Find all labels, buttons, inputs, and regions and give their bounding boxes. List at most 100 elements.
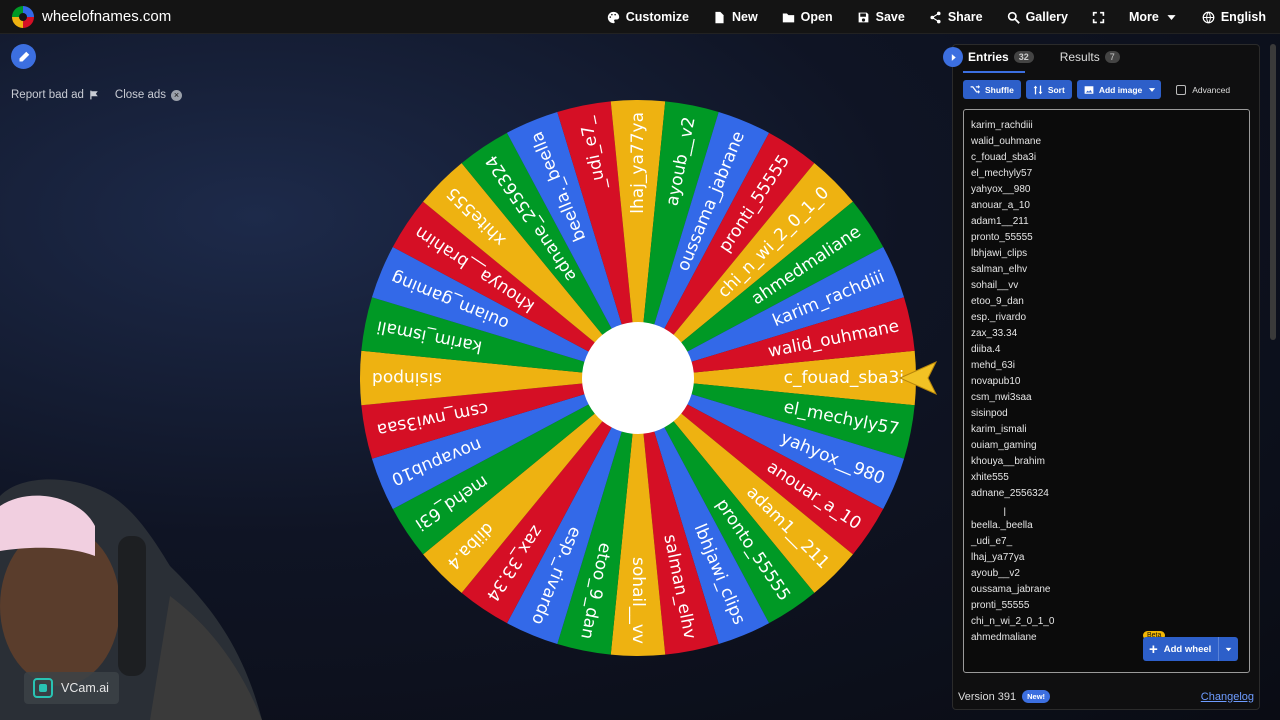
brand[interactable]: wheelofnames.com <box>12 5 172 28</box>
chevron-down-icon <box>1149 87 1156 92</box>
globe-icon <box>1202 11 1215 23</box>
chevron-right-icon <box>951 53 956 61</box>
entry-line: el_mechyly57 <box>971 168 1033 179</box>
entry-line: c_fouad_sba3i <box>971 152 1037 163</box>
shuffle-label: Shuffle <box>985 84 1014 95</box>
wheel-canvas[interactable]: c_fouad_sba3iel_mechyly57yahyox__980anou… <box>358 98 918 658</box>
entry-line: sisinpod <box>971 408 1008 419</box>
chevron-down-icon <box>1225 647 1232 651</box>
language-label: English <box>1220 10 1266 24</box>
wheel-segment-label: lhaj_ya77ya <box>628 112 648 214</box>
entries-panel: Entries 32 Results 7 Shuffle Sort Add im… <box>943 44 1260 710</box>
close-ads-link[interactable]: Close ads × <box>114 89 183 101</box>
close-circle-icon: × <box>171 89 183 101</box>
open-button[interactable]: Open <box>782 10 833 24</box>
main-nav: Customize New Open Save Share Gallery Mo… <box>607 0 1266 34</box>
folder-icon <box>782 12 794 22</box>
sort-button[interactable]: Sort <box>1025 80 1072 99</box>
entry-line: lhaj_ya77ya <box>971 552 1025 563</box>
entry-line: chi_n_wi_2_0_1_0 <box>971 616 1055 627</box>
chevron-down-icon <box>1167 14 1176 20</box>
more-menu[interactable]: More <box>1129 10 1178 24</box>
search-icon <box>1007 11 1020 24</box>
entry-line: csm_nwi3saa <box>971 392 1032 403</box>
shuffle-icon <box>970 84 980 94</box>
tab-entries-label: Entries <box>968 50 1009 64</box>
entry-line: salman_elhv <box>971 264 1028 275</box>
language-select[interactable]: English <box>1202 10 1266 24</box>
entry-line: _udi_e7_ <box>971 536 1013 547</box>
shuffle-button[interactable]: Shuffle <box>963 80 1021 99</box>
panel-footer: Version 391 New! Changelog <box>958 690 1254 703</box>
vcam-watermark: VCam.ai <box>24 672 119 704</box>
entries-count-badge: 32 <box>1013 51 1034 63</box>
entry-line: yahyox__980 <box>971 184 1031 195</box>
report-bad-ad-label: Report bad ad <box>11 89 84 101</box>
page-scrollbar[interactable] <box>1270 44 1276 340</box>
gallery-button[interactable]: Gallery <box>1007 10 1068 24</box>
advanced-checkbox[interactable] <box>1176 84 1187 95</box>
entries-toolbar: Shuffle Sort Add image Advanced <box>963 80 1230 99</box>
customize-button[interactable]: Customize <box>607 10 689 24</box>
add-wheel-label: Add wheel <box>1163 643 1212 655</box>
top-bar: wheelofnames.com Customize New Open Save… <box>0 0 1280 34</box>
entry-line: karim_ismali <box>971 424 1027 435</box>
wheel-logo-icon <box>12 5 34 28</box>
save-label: Save <box>875 10 905 24</box>
sort-icon <box>1033 85 1043 94</box>
entry-line: ayoub__v2 <box>971 568 1020 579</box>
entry-line: pronti_55555 <box>971 600 1030 611</box>
add-wheel-main[interactable]: + Add wheel <box>1143 642 1218 657</box>
entry-line: esp._rivardo <box>971 312 1027 323</box>
entry-line: diiba.4 <box>971 344 1001 355</box>
add-image-label: Add image <box>1098 84 1143 95</box>
close-ads-label: Close ads <box>114 89 167 101</box>
pencil-icon <box>19 51 29 61</box>
wheel-segment-label: c_fouad_sba3i <box>784 368 904 388</box>
entry-line: novapub10 <box>971 376 1021 387</box>
edit-wheel-button[interactable] <box>11 44 36 69</box>
wheel-segment-label: sisinpod <box>372 368 442 388</box>
text-cursor-icon: I <box>1003 505 1007 519</box>
changelog-link[interactable]: Changelog <box>1201 691 1254 703</box>
add-image-button[interactable]: Add image <box>1076 80 1162 99</box>
wheel-center-button[interactable] <box>582 322 694 434</box>
fullscreen-button[interactable] <box>1092 11 1105 24</box>
entry-line: lbhjawi_clips <box>971 248 1028 259</box>
entry-line: pronto_55555 <box>971 232 1033 243</box>
panel-tabs: Entries 32 Results 7 <box>943 45 1120 69</box>
entry-line: adam1__211 <box>971 216 1029 227</box>
collapse-panel-button[interactable] <box>943 47 963 67</box>
add-wheel-dropdown[interactable] <box>1218 637 1238 661</box>
advanced-label: Advanced <box>1192 84 1231 95</box>
wheel-pointer-icon <box>898 360 938 396</box>
vcam-logo-icon <box>33 678 53 698</box>
version-text: Version 391 <box>958 690 1017 703</box>
tab-results-label: Results <box>1059 50 1100 64</box>
sort-label: Sort <box>1047 84 1065 95</box>
open-label: Open <box>800 10 833 24</box>
wheel[interactable]: c_fouad_sba3i el_mechyly57 yahyox__980 anou… <box>358 98 918 658</box>
tab-results[interactable]: Results 7 <box>1060 50 1120 64</box>
entries-textarea[interactable]: karim_rachdiii walid_ouhmane c_fouad_sba3i… <box>963 109 1250 673</box>
add-wheel-button[interactable]: + Add wheel <box>1143 637 1238 661</box>
more-label: More <box>1128 10 1159 24</box>
save-icon <box>858 12 868 22</box>
share-button[interactable]: Share <box>929 10 983 24</box>
entry-line: mehd_63i <box>971 360 1015 371</box>
save-button[interactable]: Save <box>857 10 905 24</box>
report-bad-ad-link[interactable]: Report bad ad <box>11 89 99 101</box>
entry-line: anouar_a_10 <box>971 200 1030 211</box>
share-icon <box>930 11 941 23</box>
fullscreen-icon <box>1092 11 1105 23</box>
site-name: wheelofnames.com <box>42 8 172 25</box>
advanced-toggle[interactable]: Advanced <box>1176 84 1231 95</box>
tab-entries[interactable]: Entries 32 <box>943 47 1034 67</box>
file-icon <box>715 11 724 23</box>
new-label: New <box>731 10 758 24</box>
entry-line: walid_ouhmane <box>971 136 1042 147</box>
active-tab-indicator <box>963 71 1025 73</box>
new-button[interactable]: New <box>713 10 758 24</box>
entry-line: etoo_9_dan <box>971 296 1024 307</box>
entry-line: ouiam_gaming <box>971 440 1037 451</box>
